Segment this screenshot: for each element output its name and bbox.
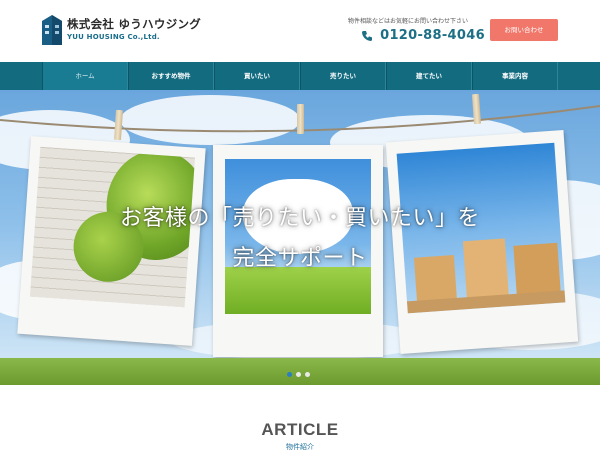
slider-dot-2[interactable] <box>296 372 301 377</box>
clothespin-center <box>297 104 304 134</box>
building-logo-icon <box>42 15 62 45</box>
nav-item-recommended[interactable]: おすすめ物件 <box>128 62 214 90</box>
nav-item-buy[interactable]: 買いたい <box>214 62 300 90</box>
company-name-en: YUU HOUSING Co.,Ltd. <box>67 33 160 41</box>
hero-headline-line1: お客様の「売りたい・買いたい」を <box>119 206 480 231</box>
nav-items: ホーム おすすめ物件 買いたい 売りたい 建てたい 事業内容 <box>42 62 558 90</box>
slider-dot-3[interactable] <box>305 372 310 377</box>
article-section-subtitle: 物件紹介 <box>286 443 314 450</box>
slider-dot-1[interactable] <box>287 372 292 377</box>
site-header: 株式会社 ゆうハウジング YUU HOUSING Co.,Ltd. 物件相談など… <box>0 0 600 62</box>
site-logo[interactable]: 株式会社 ゆうハウジング YUU HOUSING Co.,Ltd. <box>42 15 201 47</box>
hero-headline-line2: 完全サポート <box>232 246 368 271</box>
nav-item-sell[interactable]: 売りたい <box>300 62 386 90</box>
nav-item-build[interactable]: 建てたい <box>386 62 472 90</box>
nav-item-business[interactable]: 事業内容 <box>472 62 558 90</box>
phone-number[interactable]: 0120-88-4046 <box>361 25 485 43</box>
phone-number-text: 0120-88-4046 <box>380 28 485 43</box>
hero-slider[interactable]: お客様の「売りたい・買いたい」を 完全サポート <box>0 90 600 385</box>
contact-button[interactable]: お問い合わせ <box>490 19 558 41</box>
company-name: 株式会社 ゆうハウジング <box>67 17 202 31</box>
main-nav: ホーム おすすめ物件 買いたい 売りたい 建てたい 事業内容 <box>0 62 600 90</box>
nav-item-home[interactable]: ホーム <box>42 62 128 90</box>
slider-pagination <box>287 372 310 377</box>
phone-icon <box>362 30 372 41</box>
green-field <box>225 267 371 314</box>
article-section-title: ARTICLE <box>261 420 339 439</box>
contact-note: 物件相談などはお気軽にお問い合わせ下さい <box>348 18 469 25</box>
photo-cloud-field <box>225 159 371 314</box>
